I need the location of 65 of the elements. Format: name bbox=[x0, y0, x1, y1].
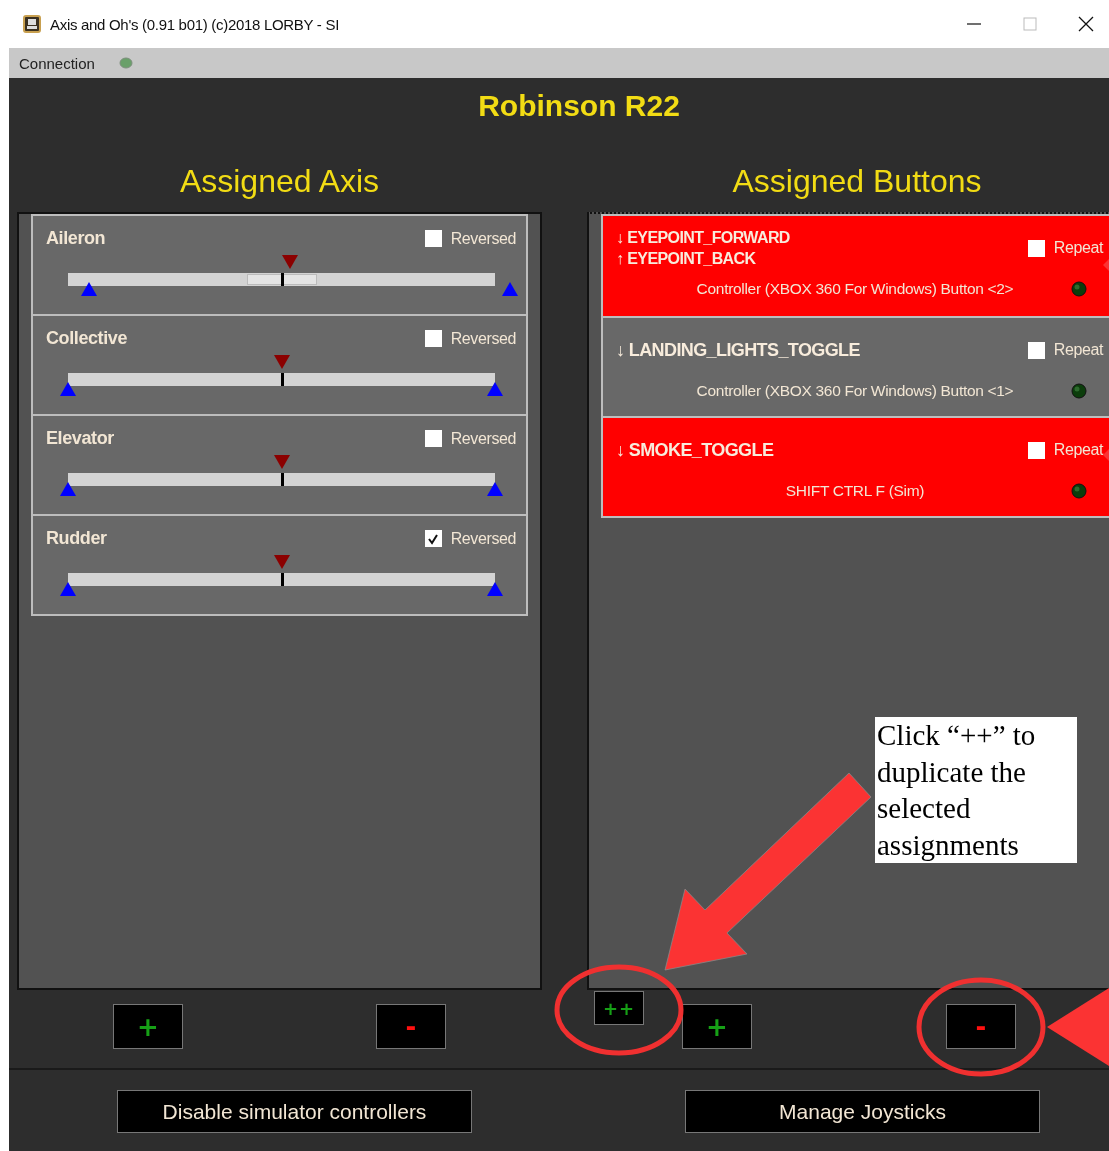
assignment-card[interactable]: ↓ SMOKE_TOGGLE Repeat SHIFT CTRL F (Sim) bbox=[601, 416, 1109, 518]
axis-card[interactable]: Aileron Reversed bbox=[31, 214, 528, 316]
axis-card[interactable]: Collective Reversed bbox=[31, 314, 528, 416]
checkbox[interactable] bbox=[424, 330, 442, 347]
status-led-icon bbox=[1071, 383, 1087, 399]
min-marker-icon[interactable] bbox=[81, 282, 98, 296]
checkbox-label: Reversed bbox=[450, 529, 516, 548]
checkbox[interactable] bbox=[424, 430, 442, 447]
window-title: Axis and Oh's (0.91 b01) (c)2018 LORBY - SI bbox=[50, 15, 340, 33]
axis-name: Rudder bbox=[46, 528, 107, 549]
callout-text: Click “++” to duplicate the selected assignments bbox=[875, 717, 1077, 863]
remove-button[interactable]: - bbox=[376, 1004, 446, 1049]
input-source: SHIFT CTRL F (Sim) bbox=[784, 482, 926, 500]
section-heading: Assigned Axis bbox=[179, 162, 380, 201]
max-marker-icon[interactable] bbox=[487, 582, 503, 596]
app-icon bbox=[23, 15, 41, 33]
checkbox[interactable] bbox=[1027, 239, 1045, 257]
section-heading: Assigned Buttons bbox=[732, 162, 982, 201]
menu-item[interactable]: Connection bbox=[19, 54, 95, 72]
command-name: ↓ EYEPOINT_FORWARD bbox=[616, 228, 790, 247]
min-marker-icon[interactable] bbox=[60, 582, 76, 596]
footer-button[interactable]: Manage Joysticks bbox=[685, 1090, 1040, 1133]
axis-card[interactable]: Rudder Reversed bbox=[31, 514, 528, 616]
status-led-icon bbox=[1071, 483, 1087, 499]
footer-button[interactable]: Disable simulator controllers bbox=[117, 1090, 472, 1133]
assignment-card[interactable]: ↓ EYEPOINT_FORWARD ↑ EYEPOINT_BACK Repeat Controller (XBOX 360 For Windows) Button <2> bbox=[601, 214, 1109, 318]
callout-arrow bbox=[1103, 259, 1109, 271]
assignment-card[interactable]: ↓ LANDING_LIGHTS_TOGGLE Repeat Controller (XBOX 360 For Windows) Button <1> bbox=[601, 316, 1109, 418]
min-marker-icon[interactable] bbox=[60, 382, 76, 396]
remove-button[interactable]: - bbox=[946, 1004, 1016, 1049]
checkbox[interactable] bbox=[1027, 341, 1045, 359]
profile-title: Robinson R22 bbox=[477, 88, 681, 124]
status-led-icon bbox=[1071, 281, 1087, 297]
input-source: Controller (XBOX 360 For Windows) Button <1> bbox=[695, 382, 1015, 400]
max-marker-icon[interactable] bbox=[502, 282, 518, 296]
command-name: ↑ EYEPOINT_BACK bbox=[616, 249, 757, 268]
checkbox-label: Repeat bbox=[1053, 441, 1103, 459]
add-button[interactable]: + bbox=[682, 1004, 752, 1049]
checkbox-label: Repeat bbox=[1053, 239, 1103, 257]
axis-name: Collective bbox=[46, 328, 128, 349]
slider-thumb[interactable] bbox=[273, 355, 290, 369]
duplicate-button[interactable]: ++ bbox=[594, 991, 644, 1025]
command-name: ↓ LANDING_LIGHTS_TOGGLE bbox=[616, 339, 860, 361]
max-marker-icon[interactable] bbox=[487, 482, 503, 496]
slider-thumb[interactable] bbox=[273, 555, 290, 569]
axis-name: Elevator bbox=[46, 428, 114, 449]
input-source: Controller (XBOX 360 For Windows) Button <2> bbox=[695, 280, 1015, 298]
axis-name: Aileron bbox=[46, 228, 106, 249]
checkbox[interactable] bbox=[1027, 441, 1045, 459]
slider-thumb[interactable] bbox=[282, 255, 299, 269]
axis-card[interactable]: Elevator Reversed bbox=[31, 414, 528, 516]
status-led-icon bbox=[118, 57, 133, 69]
command-name: ↓ SMOKE_TOGGLE bbox=[616, 439, 774, 461]
checkbox[interactable] bbox=[424, 230, 442, 247]
max-marker-icon[interactable] bbox=[487, 382, 503, 396]
deadzone-band bbox=[247, 274, 317, 285]
slider-thumb[interactable] bbox=[273, 455, 290, 469]
min-marker-icon[interactable] bbox=[60, 482, 76, 496]
callout-arrow bbox=[1103, 449, 1109, 461]
checkbox-label: Repeat bbox=[1053, 341, 1103, 359]
checkbox-label: Reversed bbox=[450, 429, 516, 448]
add-button[interactable]: + bbox=[113, 1004, 183, 1049]
checkbox-label: Reversed bbox=[450, 329, 516, 348]
checkbox[interactable] bbox=[424, 530, 442, 547]
checkbox-label: Reversed bbox=[450, 229, 516, 248]
